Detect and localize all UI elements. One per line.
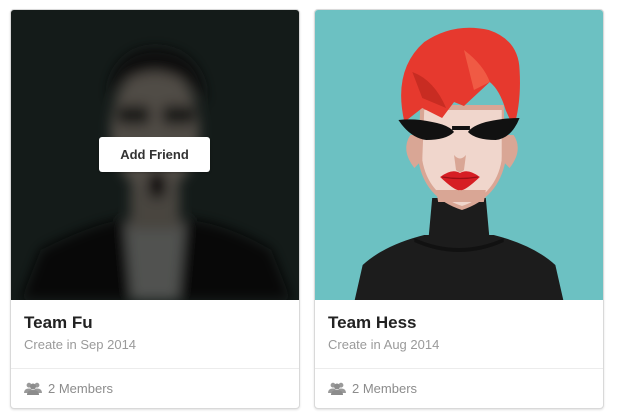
team-card-hess[interactable]: Team Hess Create in Aug 2014 2 Members [314, 9, 604, 409]
members-count: 2 Members [352, 381, 418, 396]
card-title[interactable]: Team Hess [328, 313, 590, 333]
users-icon [24, 382, 42, 395]
card-content: Team Fu Create in Sep 2014 [11, 300, 299, 368]
illustrated-portrait-image [315, 10, 603, 300]
card-title[interactable]: Team Fu [24, 313, 286, 333]
card-members-link[interactable]: 2 Members [315, 368, 603, 408]
users-icon [328, 382, 346, 395]
card-image-dimmed[interactable]: Add Friend [11, 10, 299, 300]
card-meta: Create in Sep 2014 [24, 337, 137, 352]
card-content: Team Hess Create in Aug 2014 [315, 300, 603, 368]
card-members-link[interactable]: 2 Members [11, 368, 299, 408]
add-friend-button[interactable]: Add Friend [99, 137, 210, 172]
members-count: 2 Members [48, 381, 114, 396]
team-card-fu[interactable]: Add Friend Team Fu Create in Sep 2014 2 … [10, 9, 300, 409]
card-image[interactable] [315, 10, 603, 300]
card-grid: Add Friend Team Fu Create in Sep 2014 2 … [0, 0, 622, 420]
card-meta: Create in Aug 2014 [328, 337, 440, 352]
